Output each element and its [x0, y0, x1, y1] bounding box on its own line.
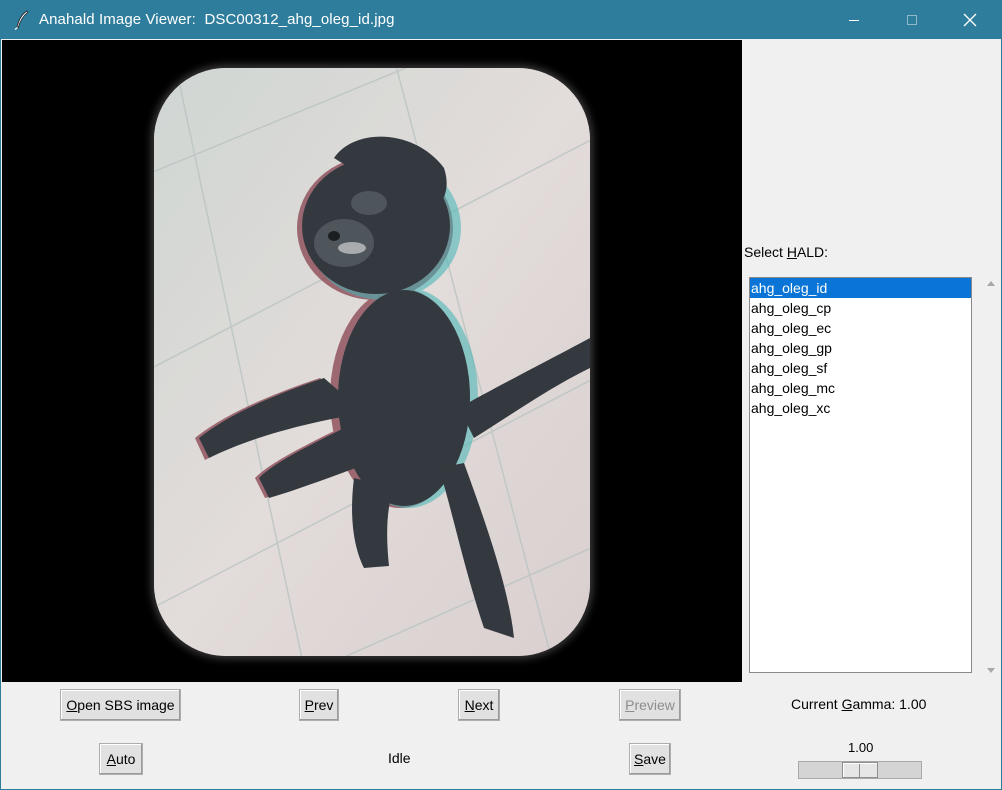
- auto-button-label: uto: [115, 751, 136, 767]
- list-item[interactable]: ahg_oleg_cp: [750, 298, 971, 318]
- close-icon: [963, 13, 977, 27]
- list-item[interactable]: ahg_oleg_mc: [750, 378, 971, 398]
- prev-button-label: rev: [313, 697, 334, 713]
- select-hald-label-prefix: Select: [744, 244, 787, 260]
- select-hald-label: Select HALD:: [744, 244, 828, 260]
- app-window: Anahald Image Viewer: DSC00312_ahg_oleg_…: [0, 0, 1002, 790]
- maximize-button[interactable]: [883, 1, 941, 39]
- list-item[interactable]: ahg_oleg_sf: [750, 358, 971, 378]
- close-button[interactable]: [941, 1, 999, 39]
- image-canvas: [2, 40, 742, 682]
- save-button[interactable]: Save: [629, 743, 671, 775]
- gamma-slider-thumb[interactable]: [842, 762, 878, 778]
- list-item[interactable]: ahg_oleg_xc: [750, 398, 971, 418]
- minimize-icon: [849, 20, 859, 21]
- prev-button-mnemonic: P: [304, 697, 314, 713]
- select-hald-label-mnemonic: H: [786, 244, 797, 260]
- gamma-slider[interactable]: [798, 761, 922, 779]
- current-gamma-label: Current Gamma: 1.00: [791, 696, 926, 712]
- auto-button[interactable]: Auto: [99, 743, 143, 775]
- save-button-mnemonic: S: [634, 751, 644, 767]
- gamma-label-suffix: amma: 1.00: [852, 696, 927, 712]
- window-title: Anahald Image Viewer: DSC00312_ahg_oleg_…: [39, 11, 395, 28]
- dog-photo: [154, 68, 590, 656]
- title-bar[interactable]: Anahald Image Viewer: DSC00312_ahg_oleg_…: [1, 1, 1001, 39]
- minimize-button[interactable]: [825, 1, 883, 39]
- save-button-label: ave: [643, 751, 666, 767]
- select-hald-label-suffix: ALD:: [796, 244, 829, 260]
- gamma-slider-value: 1.00: [848, 740, 874, 755]
- next-button-mnemonic: N: [464, 697, 475, 713]
- hald-listbox[interactable]: ahg_oleg_id ahg_oleg_cp ahg_oleg_ec ahg_…: [749, 277, 972, 673]
- next-button[interactable]: Next: [458, 689, 500, 721]
- gamma-label-prefix: Current: [791, 696, 842, 712]
- next-button-label: ext: [474, 697, 494, 713]
- scroll-up-icon[interactable]: [984, 277, 998, 289]
- open-sbs-image-button[interactable]: Open SBS image: [60, 689, 181, 721]
- feather-icon: [14, 10, 29, 30]
- list-item[interactable]: ahg_oleg_ec: [750, 318, 971, 338]
- gamma-label-mnemonic: G: [841, 696, 853, 712]
- prev-button[interactable]: Prev: [299, 689, 339, 721]
- auto-button-mnemonic: A: [106, 751, 116, 767]
- open-button-label: pen SBS image: [77, 697, 175, 713]
- list-item[interactable]: ahg_oleg_gp: [750, 338, 971, 358]
- list-item[interactable]: ahg_oleg_id: [750, 278, 971, 298]
- preview-button-label: review: [634, 697, 675, 713]
- maximize-icon: [907, 15, 917, 25]
- open-button-mnemonic: O: [66, 697, 78, 713]
- scroll-down-icon[interactable]: [984, 665, 998, 677]
- status-text: Idle: [388, 750, 411, 766]
- preview-button[interactable]: Preview: [619, 689, 681, 721]
